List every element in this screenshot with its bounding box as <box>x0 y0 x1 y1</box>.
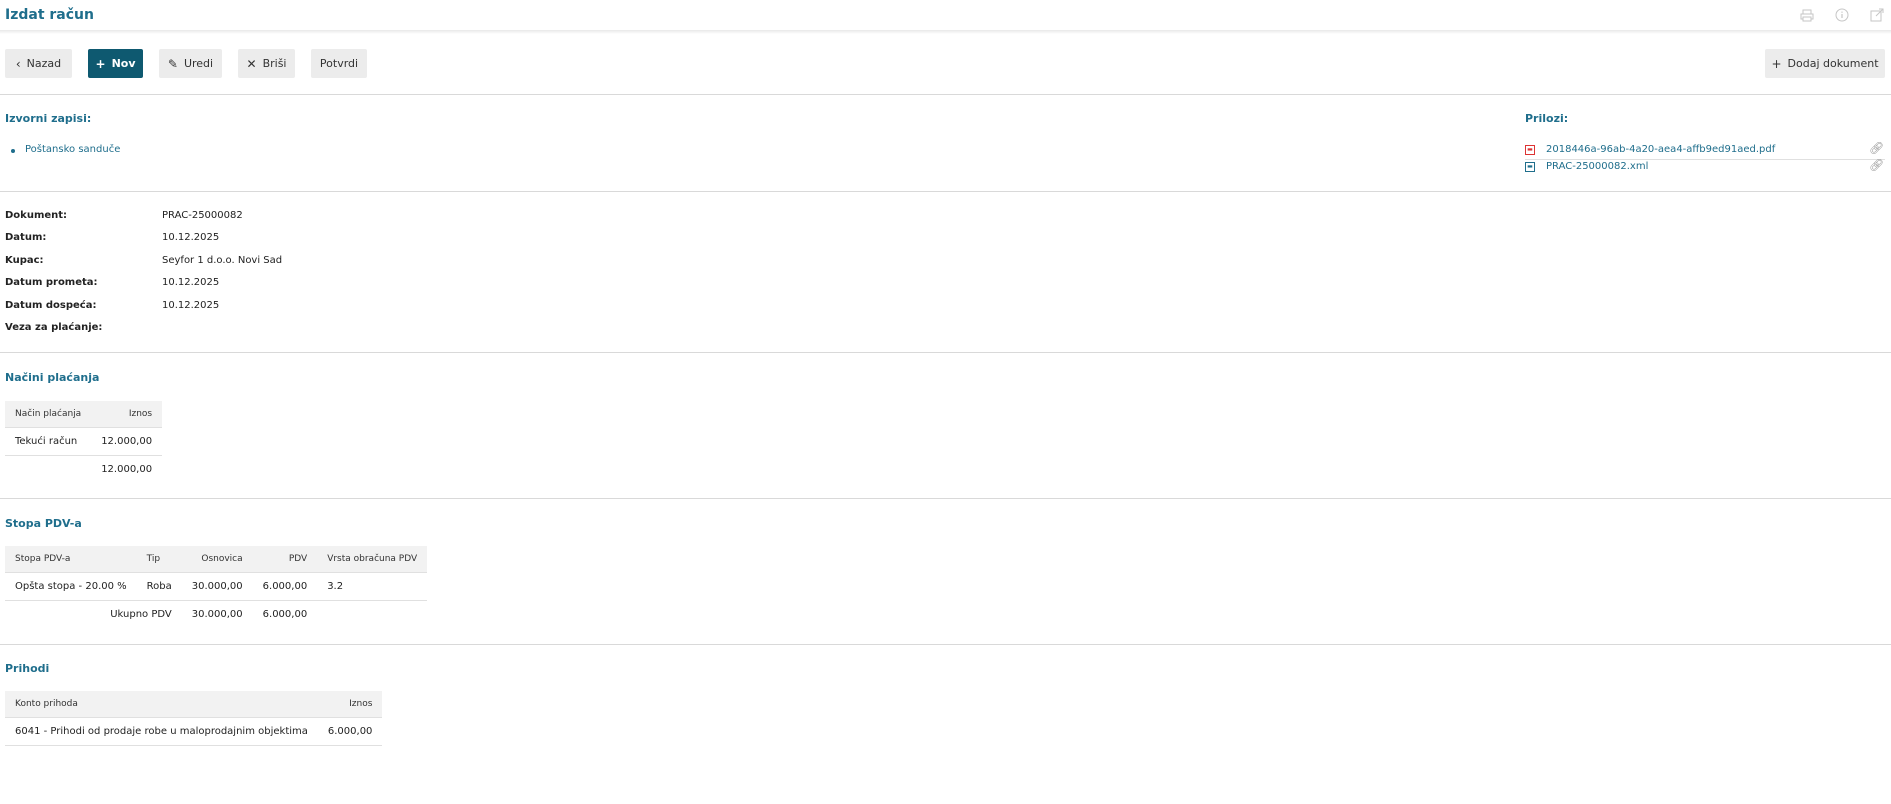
column-header: Iznos <box>317 691 383 718</box>
header-divider <box>0 30 1891 34</box>
close-icon: ✕ <box>246 56 257 71</box>
page-title: Izdat račun <box>5 7 94 23</box>
divider <box>0 352 1891 353</box>
attachment-divider <box>1525 159 1885 160</box>
plus-icon: + <box>1771 56 1782 71</box>
vat-amount: 6.000,00 <box>252 572 318 601</box>
pencil-icon: ✎ <box>167 56 178 71</box>
column-header: Iznos <box>91 401 163 428</box>
due-date-label: Datum dospeća: <box>5 300 97 311</box>
add-document-button-label: Dodaj dokument <box>1787 57 1879 70</box>
total-row: 12.000,00 <box>5 456 162 484</box>
edit-button-label: Uredi <box>183 57 214 70</box>
column-header: Stopa PDV-a <box>5 546 137 573</box>
divider <box>0 498 1891 499</box>
open-external-icon[interactable] <box>1869 7 1885 23</box>
delete-button-label: Briši <box>262 57 287 70</box>
sources-heading: Izvorni zapisi: <box>5 112 92 125</box>
vat-rate: Opšta stopa - 20.00 % <box>5 572 137 601</box>
turnover-date-label: Datum prometa: <box>5 277 98 288</box>
payment-ref-label: Veza za plaćanje: <box>5 322 103 333</box>
column-header: Način plaćanja <box>5 401 92 428</box>
vat-base: 30.000,00 <box>181 572 253 601</box>
table-row: Tekući račun 12.000,00 <box>5 427 163 456</box>
turnover-date-value: 10.12.2025 <box>162 277 220 288</box>
delete-button[interactable]: ✕ Briši <box>238 49 295 78</box>
edit-button[interactable]: ✎ Uredi <box>159 49 222 78</box>
attachment-link-xml[interactable]: PRAC-25000082.xml <box>1546 161 1648 172</box>
vat-kind: 3.2 <box>317 572 428 601</box>
date-label: Datum: <box>5 232 47 243</box>
source-link-mailbox[interactable]: Poštansko sanduče <box>25 144 120 155</box>
divider <box>0 644 1891 645</box>
paperclip-icon[interactable]: 🔗︎ <box>1869 158 1884 172</box>
column-header: PDV <box>252 546 318 573</box>
customer-label: Kupac: <box>5 255 44 266</box>
date-value: 10.12.2025 <box>162 232 220 243</box>
confirm-button[interactable]: Potvrdi <box>311 49 367 78</box>
payments-table: Način plaćanja Iznos Tekući račun 12.000… <box>5 401 163 484</box>
attachment-link-pdf[interactable]: 2018446a-96ab-4a20-aea4-affb9ed91aed.pdf <box>1546 144 1775 155</box>
customer-value: Seyfor 1 d.o.o. Novi Sad <box>162 255 283 266</box>
bullet <box>11 149 15 153</box>
table-row: Opšta stopa - 20.00 % Roba 30.000,00 6.0… <box>5 572 428 601</box>
due-date-value: 10.12.2025 <box>162 300 220 311</box>
chevron-left-icon: ‹ <box>15 56 21 71</box>
document-value: PRAC-25000082 <box>162 210 243 221</box>
column-header: Vrsta obračuna PDV <box>317 546 428 573</box>
info-icon[interactable] <box>1834 7 1850 23</box>
divider <box>0 94 1891 95</box>
payment-amount: 12.000,00 <box>91 427 163 456</box>
new-button[interactable]: + Nov <box>88 49 143 78</box>
revenue-heading: Prihodi <box>5 662 50 675</box>
add-document-button[interactable]: + Dodaj dokument <box>1765 49 1885 78</box>
vat-total-vat: 6.000,00 <box>262 609 308 620</box>
confirm-button-label: Potvrdi <box>319 57 359 70</box>
back-button[interactable]: ‹ Nazad <box>5 49 72 78</box>
vat-type: Roba <box>136 572 182 601</box>
attachments-heading: Prilozi: <box>1525 112 1569 125</box>
new-button-label: Nov <box>111 57 136 70</box>
column-header: Osnovica <box>181 546 253 573</box>
payments-heading: Načini plaćanja <box>5 371 100 384</box>
table-row: 6041 - Prihodi od prodaje robe u malopro… <box>5 717 383 746</box>
payment-method: Tekući račun <box>5 427 92 456</box>
column-header: Tip <box>136 546 182 573</box>
revenue-table: Konto prihoda Iznos 6041 - Prihodi od pr… <box>5 691 383 746</box>
vat-heading: Stopa PDV-a <box>5 517 82 530</box>
plus-icon: + <box>95 56 106 71</box>
revenue-amount: 6.000,00 <box>317 717 383 746</box>
pdf-file-icon: ▬ <box>1525 145 1535 155</box>
print-icon[interactable] <box>1799 7 1815 23</box>
vat-total-label: Ukupno PDV <box>110 609 172 620</box>
vat-table: Stopa PDV-a Tip Osnovica PDV Vrsta obrač… <box>5 546 428 629</box>
column-header: Konto prihoda <box>5 691 318 718</box>
back-button-label: Nazad <box>26 57 62 70</box>
vat-total-base: 30.000,00 <box>191 609 243 620</box>
paperclip-icon[interactable]: 🔗︎ <box>1869 141 1884 155</box>
xml-file-icon: ▬ <box>1525 162 1535 172</box>
divider <box>0 191 1891 192</box>
total-row: Ukupno PDV 30.000,00 6.000,00 <box>5 601 427 629</box>
document-label: Dokument: <box>5 210 68 221</box>
payment-total: 12.000,00 <box>101 464 153 475</box>
revenue-account: 6041 - Prihodi od prodaje robe u malopro… <box>5 717 318 746</box>
